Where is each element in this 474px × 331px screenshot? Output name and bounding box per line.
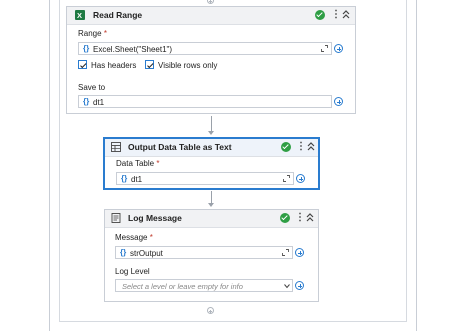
expression-icon: {} xyxy=(121,174,128,183)
expand-icon[interactable] xyxy=(282,249,289,256)
kebab-icon[interactable]: ⋮ xyxy=(296,141,306,153)
log-icon xyxy=(111,213,121,223)
output-table-icon xyxy=(111,142,121,152)
add-variable-icon[interactable] xyxy=(296,174,305,183)
collapse-icon[interactable] xyxy=(305,212,315,224)
data-table-label-text: Data Table xyxy=(116,159,155,168)
message-label-text: Message xyxy=(115,233,148,242)
add-variable-icon[interactable] xyxy=(334,97,343,106)
read-range-title: Read Range xyxy=(93,10,143,20)
collapse-icon[interactable] xyxy=(341,9,351,21)
log-message-header[interactable]: Log Message ⋮ xyxy=(105,210,318,228)
excel-icon: X xyxy=(75,10,85,20)
expression-icon: {} xyxy=(83,97,90,106)
log-level-placeholder: Select a level or leave empty for info xyxy=(122,281,243,291)
collapse-icon[interactable] xyxy=(306,141,316,153)
message-input[interactable]: {} strOutput xyxy=(115,246,293,259)
data-table-label: Data Table * xyxy=(116,159,159,168)
kebab-icon[interactable]: ⋮ xyxy=(331,9,341,21)
log-message-title: Log Message xyxy=(128,213,182,223)
add-activity-bottom-icon[interactable] xyxy=(207,307,214,314)
save-to-label: Save to xyxy=(78,83,106,92)
has-headers-label: Has headers xyxy=(91,61,137,70)
visible-rows-label: Visible rows only xyxy=(158,61,218,70)
visible-rows-checkbox[interactable] xyxy=(145,60,154,69)
message-value: strOutput xyxy=(130,248,163,258)
required-marker: * xyxy=(149,233,153,242)
output-data-table-title: Output Data Table as Text xyxy=(128,142,232,152)
check-icon xyxy=(281,142,291,152)
read-range-header[interactable]: X Read Range ⋮ xyxy=(67,7,355,25)
required-marker: * xyxy=(103,29,107,38)
output-data-table-activity[interactable]: Output Data Table as Text ⋮ Data Table *… xyxy=(103,137,320,190)
save-to-input[interactable]: {} dt1 xyxy=(78,95,332,108)
connector-arrow-icon xyxy=(208,131,214,135)
check-icon xyxy=(280,213,290,223)
required-marker: * xyxy=(156,159,160,168)
chevron-down-icon[interactable] xyxy=(284,283,290,289)
connector-arrow-icon xyxy=(208,203,214,207)
connector-line xyxy=(211,116,212,132)
expand-icon[interactable] xyxy=(321,45,328,52)
data-table-input[interactable]: {} dt1 xyxy=(116,172,294,185)
check-icon xyxy=(315,10,325,20)
kebab-icon[interactable]: ⋮ xyxy=(295,212,305,224)
range-label-text: Range xyxy=(78,29,102,38)
range-value: Excel.Sheet("Sheet1") xyxy=(93,44,173,54)
message-label: Message * xyxy=(115,233,153,242)
log-message-activity[interactable]: Log Message ⋮ Message * {} strOutput Log… xyxy=(104,209,319,302)
output-data-table-header[interactable]: Output Data Table as Text ⋮ xyxy=(105,139,318,157)
add-variable-icon[interactable] xyxy=(295,248,304,257)
data-table-value: dt1 xyxy=(131,174,143,184)
has-headers-checkbox[interactable] xyxy=(78,60,87,69)
save-to-value: dt1 xyxy=(93,97,105,107)
add-variable-icon[interactable] xyxy=(334,44,343,53)
range-label: Range * xyxy=(78,29,107,38)
read-range-activity[interactable]: X Read Range ⋮ Range * {} Excel.Sheet("S… xyxy=(66,6,356,114)
add-variable-icon[interactable] xyxy=(295,281,304,290)
range-input[interactable]: {} Excel.Sheet("Sheet1") xyxy=(78,42,332,55)
expression-icon: {} xyxy=(83,44,90,53)
expression-icon: {} xyxy=(120,248,127,257)
log-level-label: Log Level xyxy=(115,267,150,276)
log-level-select[interactable]: Select a level or leave empty for info xyxy=(115,279,293,292)
svg-text:X: X xyxy=(77,11,82,20)
expand-icon[interactable] xyxy=(283,175,290,182)
